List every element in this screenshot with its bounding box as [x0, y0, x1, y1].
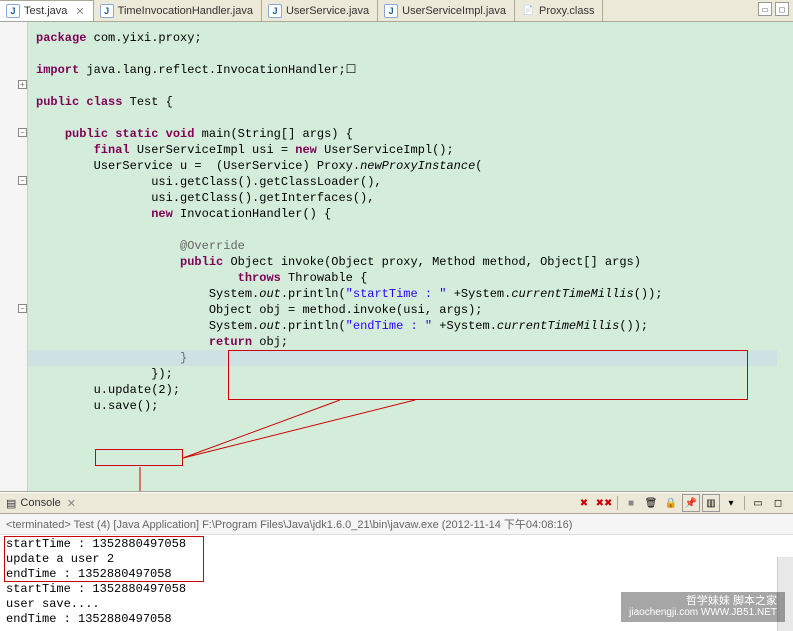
java-file-icon: J: [100, 4, 114, 18]
fold-collapsed-icon[interactable]: +: [18, 80, 27, 89]
pin-console-icon[interactable]: 📌: [682, 494, 700, 512]
annotation-box-code: [228, 350, 748, 400]
console-tab[interactable]: ▤ Console ✕: [6, 497, 76, 510]
display-selected-icon[interactable]: ▥: [702, 494, 720, 512]
java-file-icon: J: [384, 4, 398, 18]
editor-tabs: J Test.java ✕ J TimeInvocationHandler.ja…: [0, 0, 793, 22]
tab-proxy-class[interactable]: 📄 Proxy.class: [515, 0, 603, 21]
maximize-view-icon[interactable]: ◻: [769, 494, 787, 512]
tab-userservice[interactable]: J UserService.java: [262, 0, 378, 21]
tab-test-java[interactable]: J Test.java ✕: [0, 0, 94, 21]
minimize-icon[interactable]: ▭: [758, 2, 772, 16]
console-icon: ▤: [6, 497, 16, 510]
code-editor[interactable]: + − − − package com.yixi.proxy; import j…: [0, 22, 793, 492]
tab-timeinvocationhandler[interactable]: J TimeInvocationHandler.java: [94, 0, 262, 21]
remove-terminated-icon[interactable]: ✖: [575, 494, 593, 512]
editor-gutter: + − − −: [0, 22, 28, 491]
maximize-icon[interactable]: ◻: [775, 2, 789, 16]
fold-expanded-icon[interactable]: −: [18, 304, 27, 313]
close-icon[interactable]: ✕: [75, 5, 84, 18]
scroll-lock-icon[interactable]: 🔒: [662, 494, 680, 512]
tab-userserviceimpl[interactable]: J UserServiceImpl.java: [378, 0, 515, 21]
view-controls: ▭ ◻: [754, 0, 793, 21]
remove-all-terminated-icon[interactable]: ✖✖: [595, 494, 613, 512]
terminate-icon[interactable]: ■: [622, 494, 640, 512]
open-console-icon[interactable]: ▾: [722, 494, 740, 512]
fold-expanded-icon[interactable]: −: [18, 128, 27, 137]
minimize-view-icon[interactable]: ▭: [749, 494, 767, 512]
fold-expanded-icon[interactable]: −: [18, 176, 27, 185]
annotation-box-update: [95, 449, 183, 466]
clear-console-icon[interactable]: 🗑: [642, 494, 660, 512]
console-view-header: ▤ Console ✕ ✖ ✖✖ ■ 🗑 🔒 📌 ▥ ▾ ▭ ◻: [0, 492, 793, 514]
watermark: 哲学妹妹 脚本之家 jiaochengji.com WWW.JB51.NET: [621, 592, 785, 622]
close-icon[interactable]: ✕: [67, 497, 76, 510]
class-file-icon: 📄: [521, 4, 535, 18]
console-process-info: <terminated> Test (4) [Java Application]…: [0, 514, 793, 535]
java-file-icon: J: [268, 4, 282, 18]
console-toolbar: ✖ ✖✖ ■ 🗑 🔒 📌 ▥ ▾ ▭ ◻: [575, 494, 787, 512]
annotation-box-output: [4, 536, 204, 582]
java-file-icon: J: [6, 4, 20, 18]
